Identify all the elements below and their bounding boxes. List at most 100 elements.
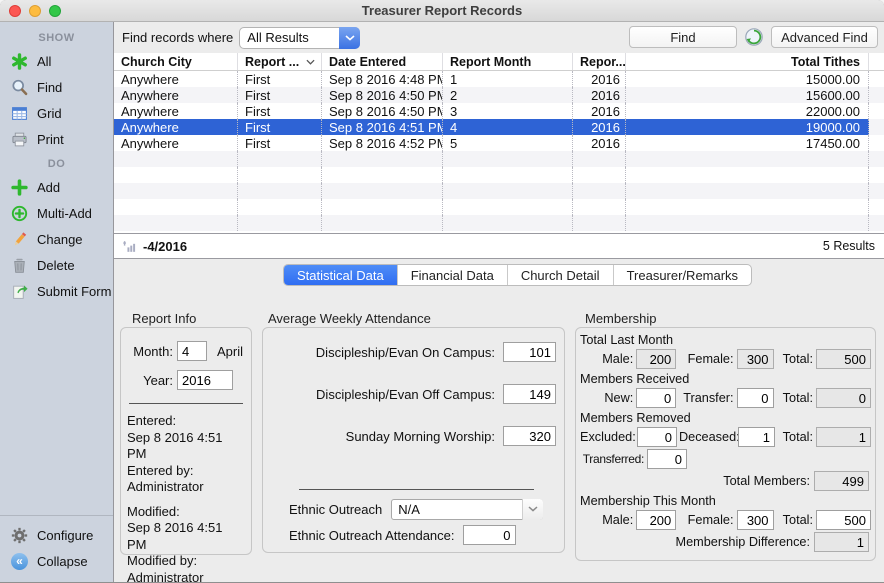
month-field[interactable] — [177, 341, 207, 361]
zoom-window-button[interactable] — [49, 5, 61, 17]
deceased-label: Deceased: — [679, 430, 735, 444]
sidebar-item-find[interactable]: Find — [0, 74, 113, 100]
chevron-down-icon — [522, 499, 543, 520]
report-info-group-label: Report Info — [132, 311, 196, 326]
refresh-icon[interactable] — [744, 27, 764, 47]
column-header-report-month[interactable]: Report Month — [443, 53, 573, 70]
detail-tabs: Statistical Data Financial Data Church D… — [283, 264, 752, 286]
sidebar-item-configure[interactable]: Configure — [0, 522, 113, 548]
new-members-label: New: — [580, 391, 633, 405]
modified-label: Modified: — [127, 504, 245, 521]
discipleship-off-campus-label: Discipleship/Evan Off Campus: — [316, 387, 495, 402]
deceased-field[interactable] — [738, 427, 775, 447]
tab-financial-data[interactable]: Financial Data — [398, 265, 508, 285]
detail-pane: Statistical Data Financial Data Church D… — [114, 259, 884, 582]
total-thismonth-field[interactable] — [816, 510, 871, 530]
sidebar-item-label: Print — [37, 132, 64, 147]
sidebar-item-all[interactable]: All — [0, 48, 113, 74]
table-row[interactable]: AnywhereFirstSep 8 2016 4:52 PM520161745… — [114, 135, 884, 151]
sidebar-item-add[interactable]: Add — [0, 174, 113, 200]
column-header-report-year[interactable]: Repor... — [573, 53, 626, 70]
total-received-field — [816, 388, 871, 408]
membership-difference-label: Membership Difference: — [676, 535, 810, 549]
advanced-find-button[interactable]: Advanced Find — [771, 26, 878, 48]
sunday-morning-worship-label: Sunday Morning Worship: — [346, 429, 495, 444]
discipleship-off-campus-field[interactable] — [503, 384, 556, 404]
total-removed-field — [816, 427, 871, 447]
year-field[interactable] — [177, 370, 233, 390]
discipleship-on-campus-field[interactable] — [503, 342, 556, 362]
transfer-members-field[interactable] — [737, 388, 774, 408]
ethnic-outreach-attendance-label: Ethnic Outreach Attendance: — [289, 528, 455, 543]
sidebar-item-submit-form[interactable]: Submit Form — [0, 278, 113, 304]
sidebar-item-collapse[interactable]: « Collapse — [0, 548, 113, 574]
discipleship-on-campus-label: Discipleship/Evan On Campus: — [316, 345, 495, 360]
window-title: Treasurer Report Records — [0, 0, 884, 22]
minimize-window-button[interactable] — [29, 5, 41, 17]
male-lastmonth-field — [636, 349, 676, 369]
table-row[interactable]: AnywhereFirstSep 8 2016 4:48 PM120161500… — [114, 71, 884, 87]
column-header-church-city[interactable]: Church City — [114, 53, 238, 70]
excluded-field[interactable] — [637, 427, 677, 447]
records-table: AnywhereFirstSep 8 2016 4:48 PM120161500… — [114, 71, 884, 233]
sidebar-section-do: DO — [0, 158, 113, 170]
ethnic-outreach-attendance-field[interactable] — [463, 525, 516, 545]
sidebar-item-label: Change — [37, 232, 83, 247]
sidebar-item-delete[interactable]: Delete — [0, 252, 113, 278]
current-record-label: -4/2016 — [143, 239, 187, 254]
printer-icon — [11, 131, 28, 148]
results-filter-dropdown[interactable]: All Results — [239, 27, 360, 49]
status-bar: -4/2016 5 Results — [114, 233, 884, 259]
close-window-button[interactable] — [9, 5, 21, 17]
scrollbar-strip[interactable] — [869, 53, 884, 70]
table-row[interactable]: AnywhereFirstSep 8 2016 4:50 PM320162200… — [114, 103, 884, 119]
male-thismonth-label: Male: — [580, 513, 633, 527]
table-row[interactable]: AnywhereFirstSep 8 2016 4:50 PM220161560… — [114, 87, 884, 103]
ethnic-outreach-label: Ethnic Outreach — [289, 502, 382, 517]
total-received-label: Total: — [776, 391, 813, 405]
sidebar-item-change[interactable]: Change — [0, 226, 113, 252]
male-thismonth-field[interactable] — [636, 510, 676, 530]
new-members-field[interactable] — [636, 388, 676, 408]
sort-chevron-icon — [306, 59, 315, 65]
modified-by-value: Administrator — [127, 570, 245, 583]
male-lastmonth-label: Male: — [580, 352, 633, 366]
attendance-group-label: Average Weekly Attendance — [268, 311, 431, 326]
transferred-field[interactable] — [647, 449, 687, 469]
female-lastmonth-label: Female: — [678, 352, 733, 366]
chevron-down-icon — [339, 27, 360, 49]
tab-statistical-data[interactable]: Statistical Data — [284, 265, 398, 285]
female-lastmonth-field — [737, 349, 774, 369]
total-members-label: Total Members: — [723, 474, 810, 488]
sidebar-item-label: All — [37, 54, 51, 69]
report-info-group: Month: April Year: Entered: Sep 8 2016 4… — [120, 327, 252, 555]
results-count: 5 Results — [823, 239, 875, 253]
column-header-date-entered[interactable]: Date Entered — [322, 53, 443, 70]
modified-value: Sep 8 2016 4:51 PM — [127, 520, 245, 553]
sidebar-item-label: Collapse — [37, 554, 88, 569]
sidebar-item-label: Configure — [37, 528, 93, 543]
column-header-report-type[interactable]: Report ... — [238, 53, 322, 70]
ethnic-outreach-value: N/A — [392, 502, 522, 517]
tab-church-detail[interactable]: Church Detail — [508, 265, 614, 285]
tab-treasurer-remarks[interactable]: Treasurer/Remarks — [614, 265, 751, 285]
table-empty-row — [114, 167, 884, 183]
find-button[interactable]: Find — [629, 26, 737, 48]
members-received-heading: Members Received — [580, 371, 871, 388]
sunday-morning-worship-field[interactable] — [503, 426, 556, 446]
entered-by-value: Administrator — [127, 479, 245, 496]
membership-difference-field — [814, 532, 869, 552]
sidebar-item-print[interactable]: Print — [0, 126, 113, 152]
asterisk-icon — [11, 53, 28, 70]
table-header: Church City Report ... Date Entered Repo… — [114, 53, 884, 71]
excluded-label: Excluded: — [580, 430, 634, 444]
ethnic-outreach-dropdown[interactable]: N/A — [391, 499, 543, 520]
sidebar-item-multi-add[interactable]: Multi-Add — [0, 200, 113, 226]
column-header-total-tithes[interactable]: Total Tithes — [626, 53, 869, 70]
report-info-divider — [129, 403, 243, 404]
titlebar[interactable]: Treasurer Report Records — [0, 0, 884, 22]
female-thismonth-field[interactable] — [737, 510, 774, 530]
month-name: April — [217, 344, 243, 359]
sidebar-item-grid[interactable]: Grid — [0, 100, 113, 126]
table-row-selected[interactable]: AnywhereFirstSep 8 2016 4:51 PM420161900… — [114, 119, 884, 135]
